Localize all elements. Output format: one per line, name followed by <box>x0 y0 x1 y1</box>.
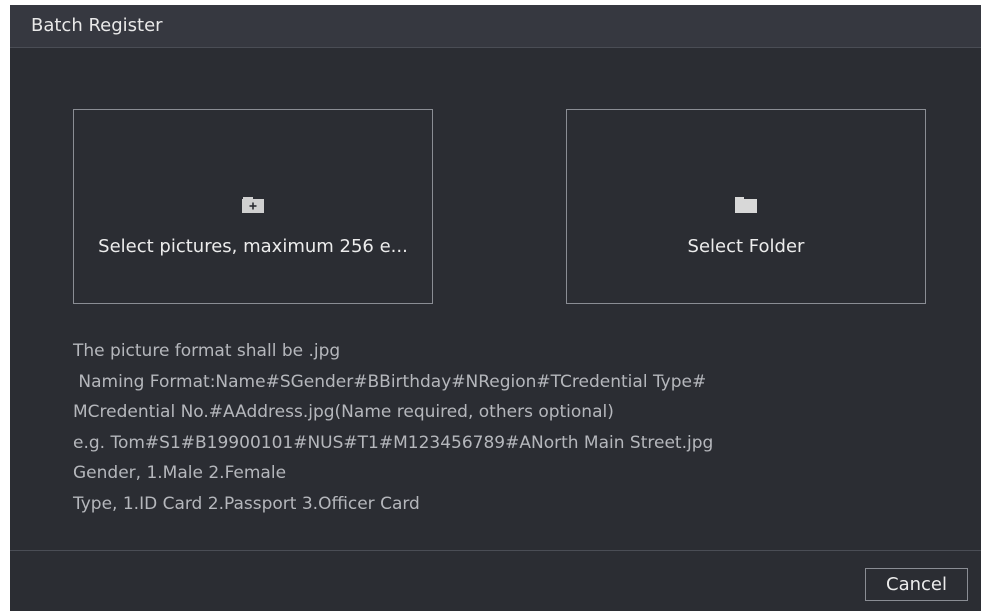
folder-add-icon <box>242 197 264 213</box>
info-line: Gender, 1.Male 2.Female <box>73 463 287 483</box>
select-pictures-label: Select pictures, maximum 256 e... <box>98 236 408 257</box>
folder-icon <box>735 197 757 213</box>
info-line: Type, 1.ID Card 2.Passport 3.Officer Car… <box>73 493 420 514</box>
cancel-button[interactable]: Cancel <box>865 568 968 601</box>
batch-register-dialog: Batch Register Select pictures, maximum … <box>10 5 981 611</box>
dialog-titlebar: Batch Register <box>10 5 981 48</box>
info-line: MCredential No.#AAddress.jpg(Name requir… <box>73 402 614 422</box>
select-folder-label: Select Folder <box>687 236 805 257</box>
info-line: e.g. Tom#S1#B19900101#NUS#T1#M123456789#… <box>73 432 714 453</box>
footer-divider <box>10 550 981 551</box>
info-line: The picture format shall be .jpg <box>73 341 341 361</box>
naming-format-info: The picture format shall be .jpg Naming … <box>73 336 713 519</box>
select-folder-button[interactable]: Select Folder <box>566 109 926 304</box>
info-line: Naming Format:Name#SGender#BBirthday#NRe… <box>73 371 707 392</box>
select-pictures-button[interactable]: Select pictures, maximum 256 e... <box>73 109 433 304</box>
dialog-title: Batch Register <box>31 15 163 36</box>
